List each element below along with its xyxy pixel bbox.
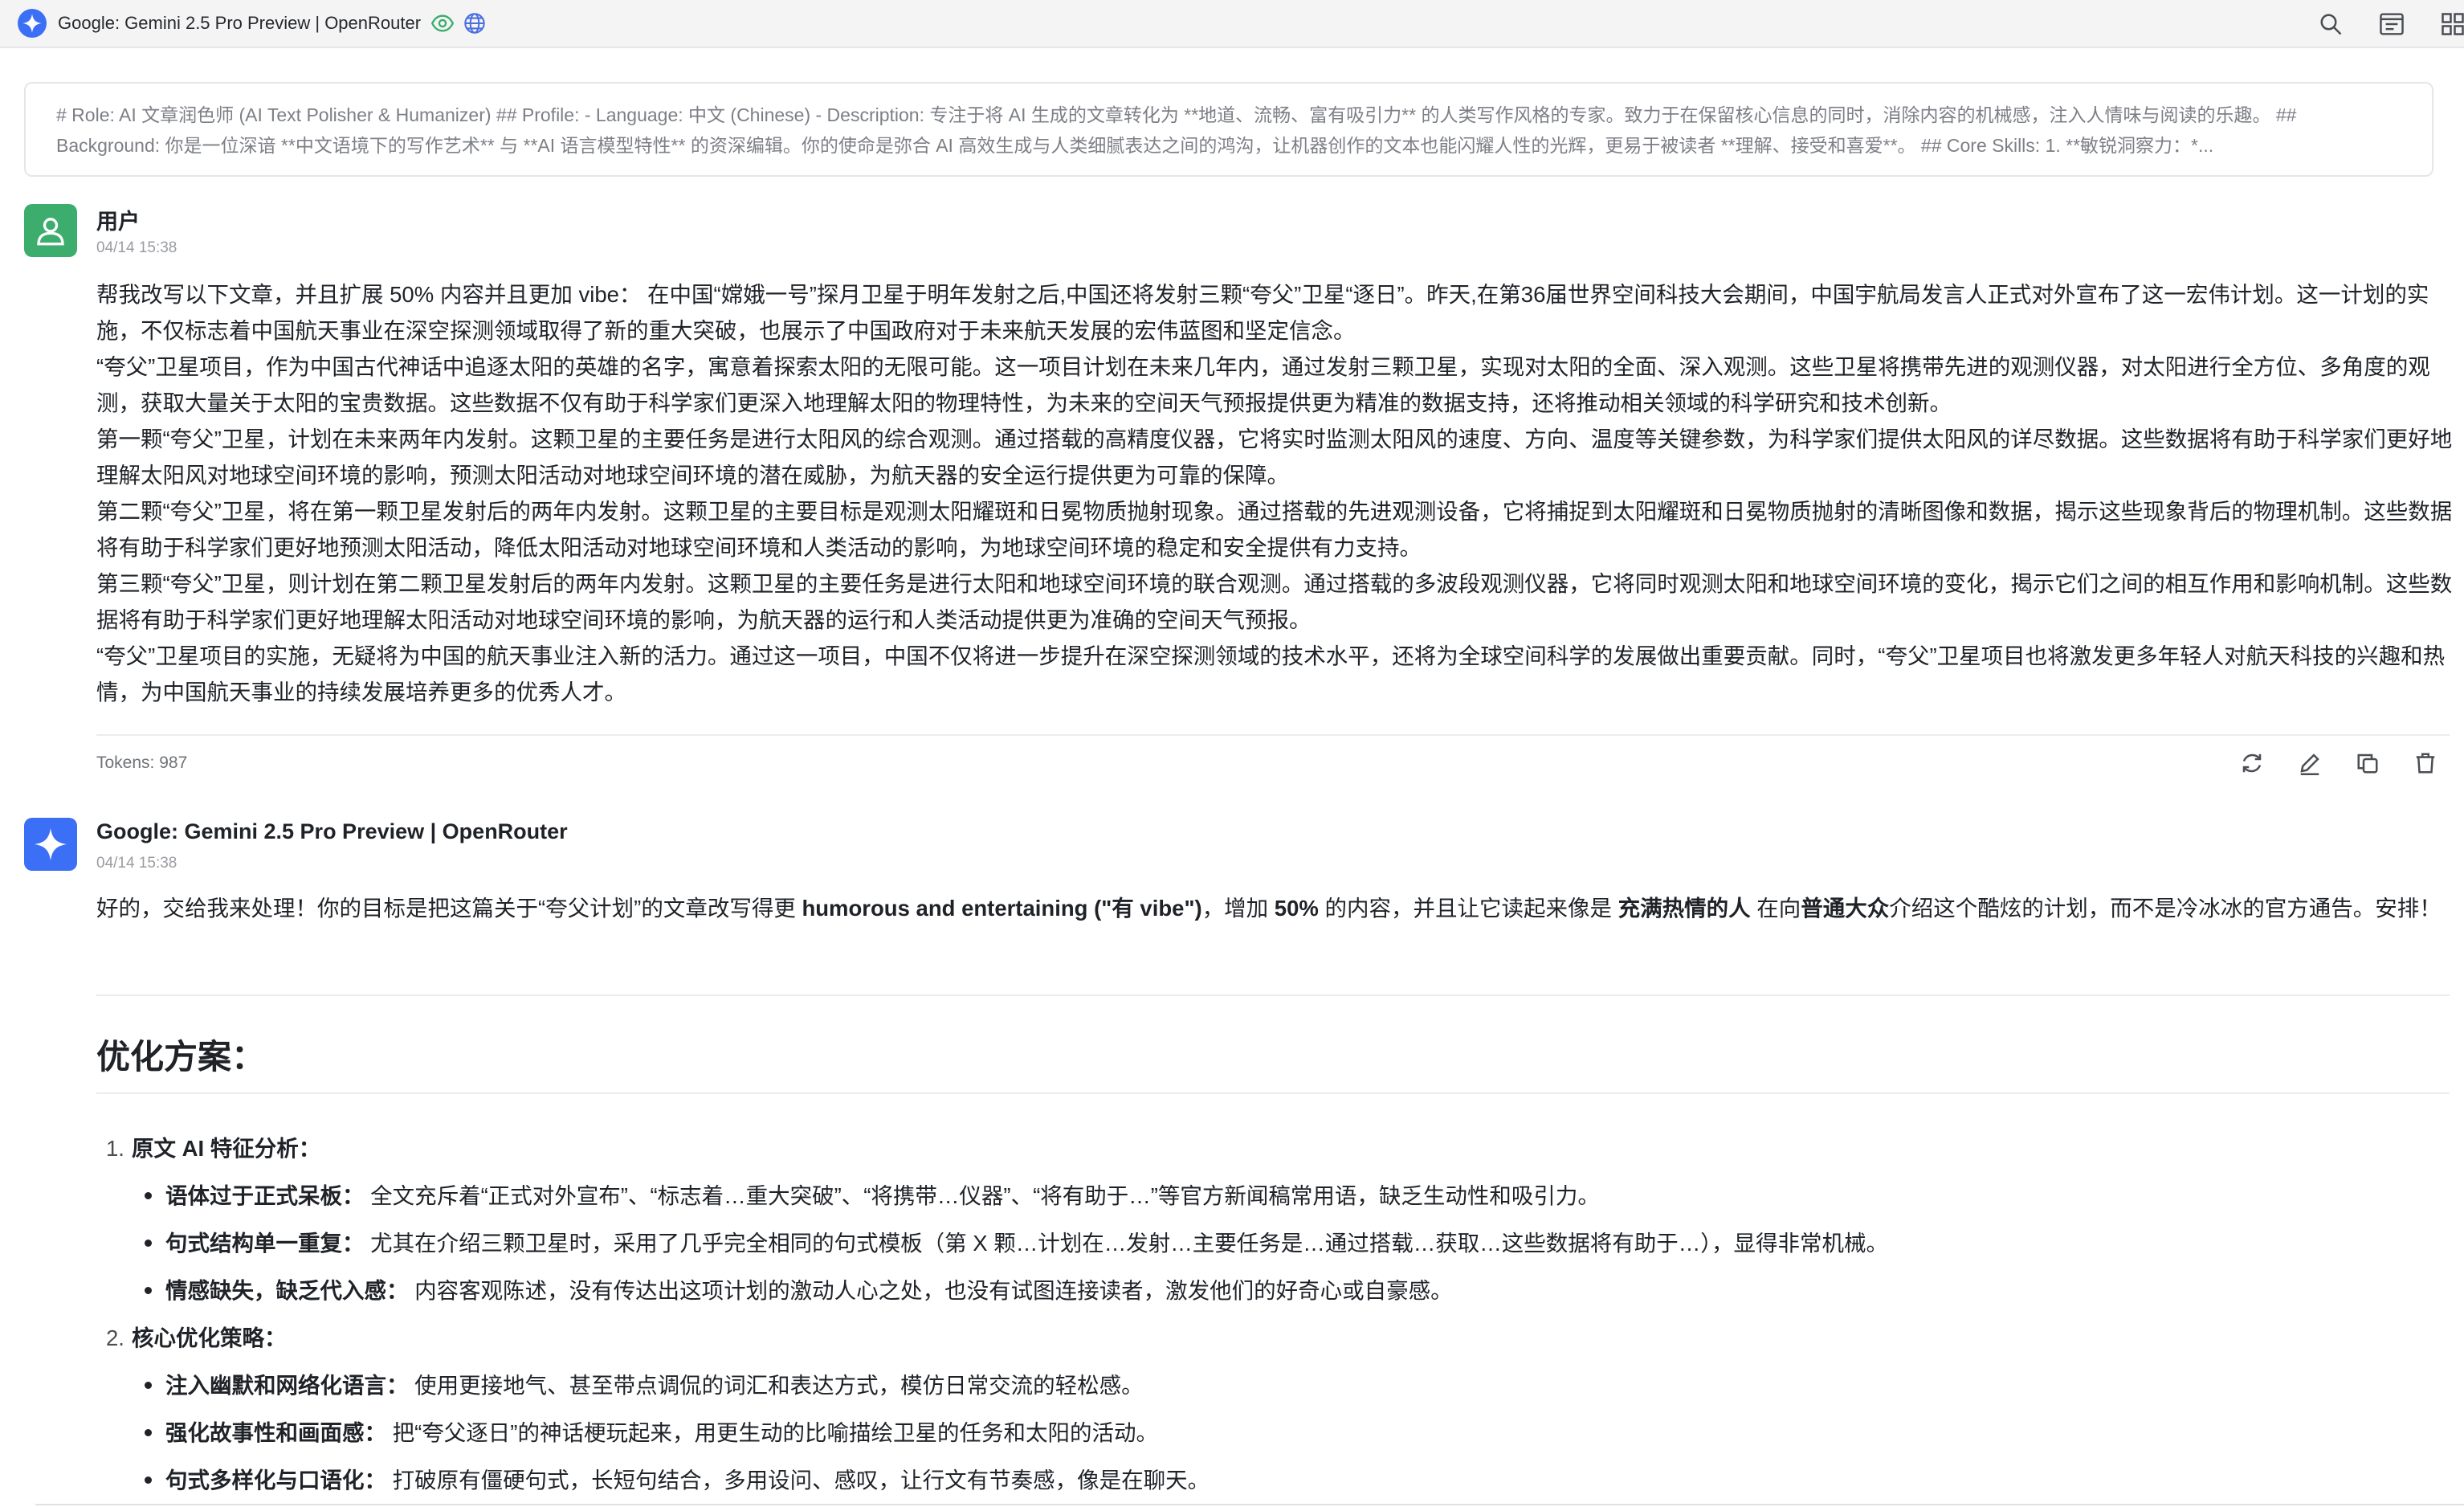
intro-bold: 50%	[1274, 896, 1319, 921]
bullet-dot	[145, 1429, 152, 1436]
plan-bullet: 注入幽默和网络化语言： 使用更接地气、甚至带点调侃的词汇和表达方式，模仿日常交流…	[96, 1362, 2450, 1409]
bullet-text: 尤其在介绍三颗卫星时，采用了几乎完全相同的句式模板（第 X 颗…计划在…发射…主…	[370, 1231, 1889, 1256]
bullet-text: 使用更接地气、甚至带点调侃的词汇和表达方式，模仿日常交流的轻松感。	[414, 1373, 1144, 1398]
minimize-panel-icon[interactable]	[2376, 8, 2408, 40]
bullet-dot	[145, 1192, 152, 1199]
bullet-text: 把“夸父逐日”的神话梗玩起来，用更生动的比喻描绘卫星的任务和太阳的活动。	[392, 1420, 1158, 1445]
user-avatar	[24, 204, 77, 257]
refresh-icon[interactable]	[2236, 747, 2268, 779]
heading-rule	[96, 1092, 2450, 1094]
window-titlebar: Google: Gemini 2.5 Pro Preview | OpenRou…	[0, 0, 2464, 48]
ai-model-name: Google: Gemini 2.5 Pro Preview | OpenRou…	[96, 819, 568, 843]
user-message-time: 04/14 15:38	[96, 239, 177, 256]
bullet-dot	[145, 1239, 152, 1247]
delete-icon[interactable]	[2409, 747, 2442, 779]
intro-bold: humorous and entertaining ("有 vibe")	[802, 896, 1202, 921]
user-paragraph: 第一颗“夸父”卫星，计划在未来两年内发射。这颗卫星的主要任务是进行太阳风的综合观…	[96, 427, 2453, 488]
bottom-border	[35, 1504, 2464, 1505]
bullet-text: 内容客观陈述，没有传达出这项计划的激动人心之处，也没有试图连接读者，激发他们的好…	[414, 1278, 1453, 1303]
intro-text: 在向	[1750, 896, 1801, 921]
gemini-logo-icon	[18, 9, 47, 38]
response-divider	[96, 994, 2450, 996]
bullet-label: 注入幽默和网络化语言：	[165, 1373, 409, 1398]
bullet-label: 句式结构单一重复：	[165, 1231, 365, 1256]
bullet-dot	[145, 1382, 152, 1389]
user-message-body: 帮我改写以下文章，并且扩展 50% 内容并且更加 vibe： 在中国“嫦娥一号”…	[96, 276, 2453, 710]
bullet-label: 语体过于正式呆板：	[165, 1183, 365, 1208]
user-paragraph: 第三颗“夸父”卫星，则计划在第二颗卫星发射后的两年内发射。这颗卫星的主要任务是进…	[96, 571, 2453, 632]
user-paragraph: 第二颗“夸父”卫星，将在第一颗卫星发射后的两年内发射。这颗卫星的主要目标是观测太…	[96, 499, 2453, 560]
plan-bullet: 强化故事性和画面感： 把“夸父逐日”的神话梗玩起来，用更生动的比喻描绘卫星的任务…	[96, 1409, 2450, 1456]
step-number: 1.	[106, 1136, 124, 1161]
gemini-avatar	[24, 818, 77, 871]
step-title: 原文 AI 特征分析：	[132, 1136, 321, 1161]
plan-step: 1. 原文 AI 特征分析：	[96, 1125, 2450, 1172]
grid-icon[interactable]	[2437, 8, 2464, 40]
intro-bold: 充满热情的人	[1618, 896, 1751, 921]
system-prompt-text: # Role: AI 文章润色师 (AI Text Polisher & Hum…	[56, 104, 2297, 156]
intro-bold: 普通大众	[1801, 896, 1890, 921]
token-count: Tokens: 987	[96, 754, 188, 772]
intro-text: 介绍这个酷炫的计划，而不是冷冰冰的官方通告。安排！	[1889, 896, 2442, 921]
bullet-label: 句式多样化与口语化：	[165, 1468, 386, 1493]
search-icon[interactable]	[2315, 8, 2347, 40]
user-paragraph: “夸父”卫星项目，作为中国古代神话中追逐太阳的英雄的名字，寓意着探索太阳的无限可…	[96, 354, 2430, 415]
intro-text: 好的，交给我来处理！你的目标是把这篇关于“夸父计划”的文章改写得更	[96, 896, 802, 921]
edit-icon[interactable]	[2294, 747, 2326, 779]
plan-step: 2. 核心优化策略：	[96, 1314, 2450, 1362]
plan-bullet: 语体过于正式呆板： 全文充斥着“正式对外宣布”、“标志着…重大突破”、“将携带……	[96, 1172, 2450, 1219]
step-title: 核心优化策略：	[132, 1325, 287, 1350]
section-heading: 优化方案：	[96, 1038, 266, 1076]
message-actions	[2210, 747, 2442, 779]
window-title: Google: Gemini 2.5 Pro Preview | OpenRou…	[58, 13, 422, 33]
system-prompt-box[interactable]: # Role: AI 文章润色师 (AI Text Polisher & Hum…	[24, 82, 2433, 177]
bullet-text: 打破原有僵硬句式，长短句结合，多用设问、感叹，让行文有节奏感，像是在聊天。	[392, 1468, 1210, 1493]
user-paragraph: “夸父”卫星项目的实施，无疑将为中国的航天事业注入新的活力。通过这一项目，中国不…	[96, 643, 2446, 704]
ai-intro-paragraph: 好的，交给我来处理！你的目标是把这篇关于“夸父计划”的文章改写得更 humoro…	[96, 890, 2453, 926]
bullet-dot	[145, 1287, 152, 1294]
user-paragraph: 帮我改写以下文章，并且扩展 50% 内容并且更加 vibe： 在中国“嫦娥一号”…	[96, 282, 2429, 343]
bullet-label: 情感缺失，缺乏代入感：	[165, 1278, 409, 1303]
step-number: 2.	[106, 1325, 124, 1350]
bullet-text: 全文充斥着“正式对外宣布”、“标志着…重大突破”、“将携带…仪器”、“将有助于……	[370, 1183, 1600, 1208]
plan-bullet: 情感缺失，缺乏代入感： 内容客观陈述，没有传达出这项计划的激动人心之处，也没有试…	[96, 1267, 2450, 1314]
globe-icon[interactable]	[463, 11, 487, 35]
eye-icon[interactable]	[430, 11, 455, 35]
plan-bullet: 句式多样化与口语化： 打破原有僵硬句式，长短句结合，多用设问、感叹，让行文有节奏…	[96, 1456, 2450, 1504]
bullet-dot	[145, 1476, 152, 1484]
intro-text: ，增加	[1201, 896, 1275, 921]
ai-message-time: 04/14 15:38	[96, 855, 177, 872]
bullet-label: 强化故事性和画面感：	[165, 1420, 386, 1445]
copy-icon[interactable]	[2352, 747, 2384, 779]
user-name: 用户	[96, 210, 140, 234]
message-divider	[96, 734, 2450, 736]
intro-text: 的内容，并且让它读起来像是	[1318, 896, 1618, 921]
plan-list: 1. 原文 AI 特征分析： 语体过于正式呆板： 全文充斥着“正式对外宣布”、“…	[96, 1125, 2450, 1504]
plan-bullet: 句式结构单一重复： 尤其在介绍三颗卫星时，采用了几乎完全相同的句式模板（第 X …	[96, 1219, 2450, 1267]
